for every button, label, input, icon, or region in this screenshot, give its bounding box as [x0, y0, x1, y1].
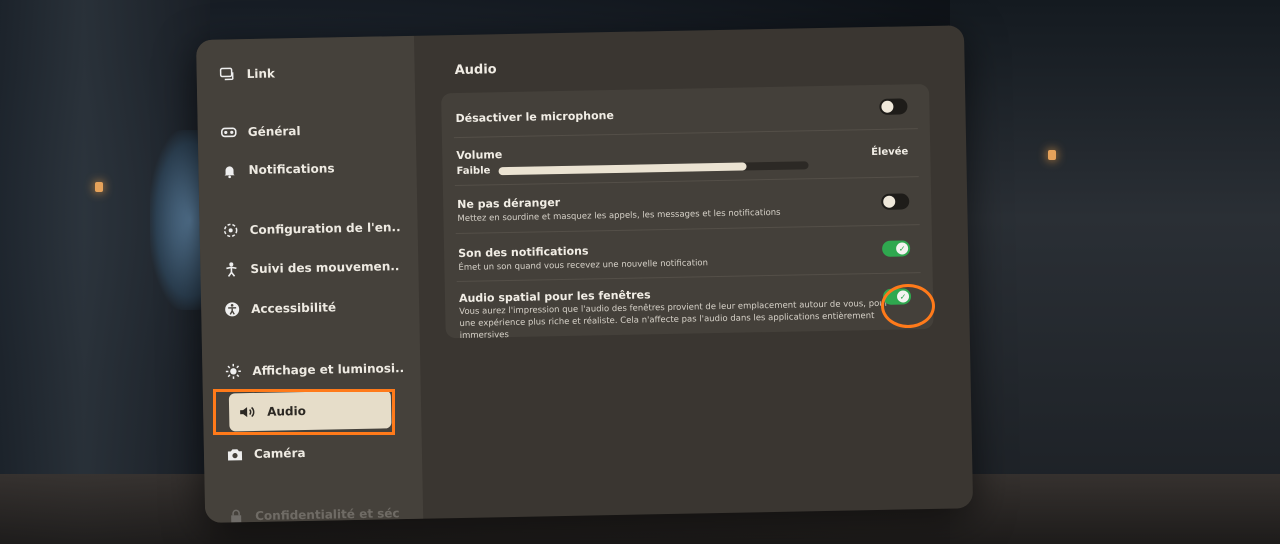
sidebar-item-general[interactable]: Général: [220, 122, 301, 142]
sidebar-item-label: Général: [247, 124, 301, 140]
sidebar-item-boundary-setup[interactable]: Configuration de l'en..: [221, 218, 401, 239]
volume-label: Volume: [456, 148, 503, 163]
mute-microphone-toggle[interactable]: [879, 98, 908, 115]
do-not-disturb-row[interactable]: Ne pas déranger Mettez en sourdine et ma…: [443, 177, 932, 232]
headset-icon: [220, 123, 238, 141]
notification-sound-label: Son des notifications: [458, 244, 589, 261]
toggle-knob: [883, 195, 896, 208]
sidebar-item-accessibility[interactable]: Accessibilité: [223, 298, 336, 318]
background-lamp: [1048, 150, 1056, 160]
spatial-audio-toggle-highlight: [881, 284, 935, 328]
toggle-knob: [881, 100, 894, 113]
volume-low-label: Faible: [456, 165, 491, 178]
spatial-audio-description: Vous aurez l'impression que l'audio des …: [459, 298, 889, 341]
sidebar-item-label: Affichage et luminosi..: [252, 361, 405, 378]
sidebar-item-label: Suivi des mouvemen..: [250, 259, 400, 276]
do-not-disturb-label: Ne pas déranger: [457, 196, 561, 212]
sidebar: Link Général Notifications Configuration…: [196, 35, 424, 523]
bell-icon: [220, 161, 238, 179]
check-icon: ✓: [896, 242, 909, 255]
accessibility-icon: [223, 300, 241, 318]
sidebar-item-label: Caméra: [253, 445, 306, 461]
link-icon: [218, 65, 236, 83]
notification-sound-row[interactable]: Son des notifications Émet un son quand …: [444, 225, 933, 280]
sidebar-item-movement-tracking[interactable]: Suivi des mouvemen..: [222, 257, 400, 278]
background-lamp: [95, 182, 103, 192]
sidebar-item-camera[interactable]: Caméra: [226, 444, 306, 464]
volume-slider[interactable]: [498, 161, 809, 176]
lock-icon: [227, 507, 245, 523]
sidebar-item-display-brightness[interactable]: Affichage et luminosi..: [224, 359, 404, 380]
volume-slider-fill: [498, 162, 747, 176]
settings-card: Désactiver le microphone Volume Faible É…: [441, 83, 934, 341]
settings-panel: Link Général Notifications Configuration…: [196, 25, 974, 523]
movement-icon: [222, 260, 240, 278]
page-title: Audio: [454, 62, 497, 79]
spatial-audio-row[interactable]: Audio spatial pour les fenêtres Vous aur…: [445, 273, 934, 341]
volume-row: Volume Faible Élevée: [442, 129, 931, 184]
mute-microphone-label: Désactiver le microphone: [455, 108, 615, 126]
sidebar-item-link[interactable]: Link: [218, 64, 275, 83]
sidebar-item-label: Accessibilité: [251, 300, 337, 316]
brightness-icon: [224, 362, 242, 380]
audio-highlight-box: [213, 389, 395, 435]
volume-high-label: Élevée: [871, 146, 909, 159]
background-right-structure: [950, 0, 1280, 544]
boundary-icon: [221, 221, 239, 239]
sidebar-item-label: Link: [246, 66, 276, 82]
do-not-disturb-toggle[interactable]: [881, 193, 910, 210]
camera-icon: [226, 445, 244, 463]
audio-settings-content: Audio Désactiver le microphone Volume Fa…: [414, 25, 973, 518]
sidebar-item-notifications[interactable]: Notifications: [220, 159, 335, 179]
notification-sound-toggle[interactable]: ✓: [881, 240, 911, 257]
sidebar-item-label: Notifications: [248, 161, 335, 178]
sidebar-item-label: Configuration de l'en..: [249, 220, 401, 238]
